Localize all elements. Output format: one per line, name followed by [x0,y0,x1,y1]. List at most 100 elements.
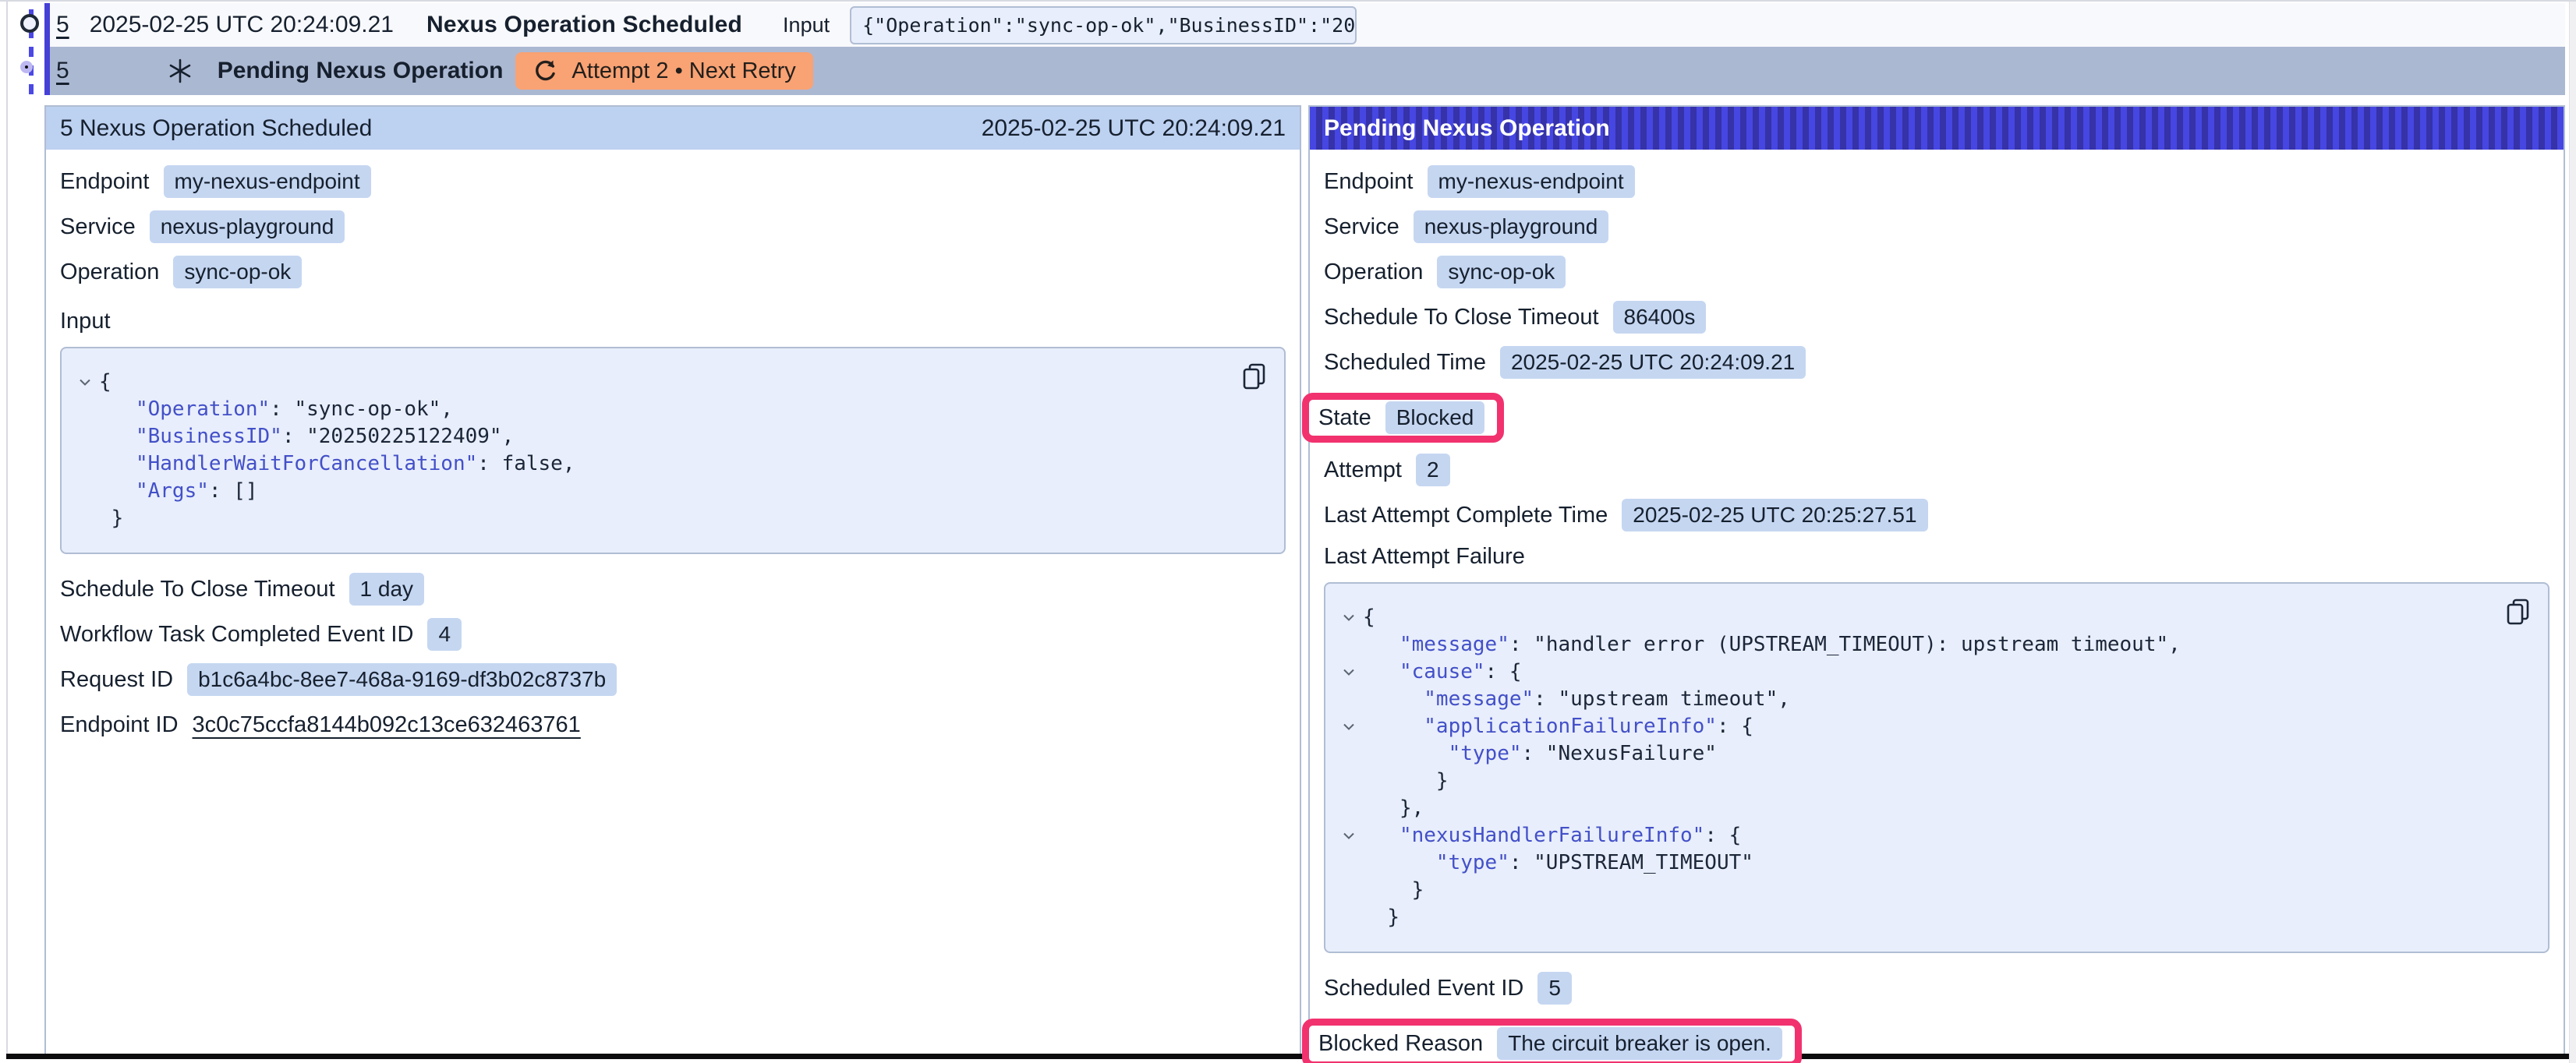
input-preview-chip[interactable]: {"Operation":"sync-op-ok","BusinessID":"… [850,6,1357,44]
failure-section-label: Last Attempt Failure [1324,544,2549,570]
json-key: "cause" [1399,659,1485,686]
field-value-pill: my-nexus-endpoint [164,165,371,198]
field-value-pill: 1 day [349,573,425,606]
code-line: "message": "upstream timeout", [1335,686,2531,713]
event-dot-filled-icon[interactable] [20,61,33,73]
field-value-pill: sync-op-ok [173,256,302,288]
copy-button[interactable] [2506,598,2531,628]
json-value: }, [1399,795,1424,822]
field-value-pill: 4 [427,618,462,651]
json-value: : "20250225122409", [282,423,514,450]
field-row: Schedule To Close Timeout1 day [60,573,1286,606]
code-line: "applicationFailureInfo": { [1335,713,2531,740]
field-value-pill: nexus-playground [150,210,345,243]
card-header-striped: Pending Nexus Operation [1310,107,2564,150]
field-label: Operation [60,260,159,285]
json-value: : "upstream timeout", [1534,686,1790,713]
json-key: "Args" [136,478,209,505]
card-header-title: 5 Nexus Operation Scheduled [60,115,372,142]
field-row: Schedule To Close Timeout86400s [1324,301,2549,334]
event-dot-open-icon[interactable] [20,14,39,33]
json-value: } [111,505,124,532]
chevron-spacer [1335,795,1363,822]
json-key: "HandlerWaitForCancellation" [136,450,477,478]
json-value: : "UPSTREAM_TIMEOUT" [1509,849,1753,877]
json-key: "message" [1399,631,1509,659]
chevron-spacer [1335,686,1363,713]
json-key: "type" [1436,849,1509,877]
retry-status-badge: Attempt 2 • Next Retry [515,52,812,90]
field-row: Servicenexus-playground [60,210,1286,243]
field-row: Scheduled Event ID 5 [1324,972,2549,1005]
field-label: Request ID [60,667,173,693]
code-line: } [1335,904,2531,931]
field-row: Attempt2 [1324,454,2549,486]
event-timestamp: 2025-02-25 UTC 20:24:09.21 [90,12,394,38]
chevron-spacer [1335,904,1363,931]
code-line: "message": "handler error (UPSTREAM_TIME… [1335,631,2531,659]
field-value-pill: 5 [1537,972,1572,1005]
field-value-pill: 2025-02-25 UTC 20:24:09.21 [1500,346,1806,379]
json-value: : { [1717,713,1753,740]
card-header-title: Pending Nexus Operation [1324,115,1610,142]
json-value: { [1363,604,1375,631]
field-group-bottom: Schedule To Close Timeout1 day Workflow T… [60,573,1286,741]
event-type-title: Nexus Operation Scheduled [426,12,742,38]
field-row: Service nexus-playground [1324,210,2549,243]
field-row: Request ID b1c6a4bc-8ee7-468a-9169-df3b02… [60,663,1286,696]
card-body: Endpointmy-nexus-endpointServicenexus-pl… [1310,150,2564,1063]
collapse-chevron-icon[interactable] [1335,604,1363,631]
field-value-pill: nexus-playground [1414,210,1609,243]
collapse-chevron-icon[interactable] [1335,822,1363,849]
code-line: } [71,505,1267,532]
code-line: "type": "NexusFailure" [1335,740,2531,768]
json-key: "Operation" [136,396,270,423]
event-history-view: 5 2025-02-25 UTC 20:24:09.21 Nexus Opera… [0,0,2576,1063]
chevron-spacer [71,450,99,478]
field-label: Last Attempt Complete Time [1324,503,1608,528]
event-rows: 5 2025-02-25 UTC 20:24:09.21 Nexus Opera… [50,3,2565,95]
event-id-link[interactable]: 5 [56,12,69,38]
retry-icon [533,58,559,84]
json-value: } [1387,904,1399,931]
code-line: "HandlerWaitForCancellation": false, [71,450,1267,478]
field-label: Scheduled Event ID [1324,976,1523,1001]
collapse-chevron-icon[interactable] [1335,659,1363,686]
code-line: "type": "UPSTREAM_TIMEOUT" [1335,849,2531,877]
chevron-spacer [1335,740,1363,768]
code-line: } [1335,877,2531,904]
field-label: Service [1324,214,1399,240]
input-section-label: Input [60,309,1286,334]
json-value: : "handler error (UPSTREAM_TIMEOUT): ups… [1509,631,2181,659]
field-row: StateBlocked [1318,401,1484,434]
field-label: Endpoint ID [60,712,179,738]
code-line: "nexusHandlerFailureInfo": { [1335,822,2531,849]
code-line: "Args": [] [71,478,1267,505]
asterisk-icon [166,57,194,85]
json-key: "applicationFailureInfo" [1424,713,1717,740]
chevron-spacer [71,478,99,505]
event-row-nexus-operation-scheduled[interactable]: 5 2025-02-25 UTC 20:24:09.21 Nexus Opera… [50,3,2565,47]
copy-button[interactable] [1242,362,1267,393]
collapse-chevron-icon[interactable] [1335,713,1363,740]
chevron-spacer [1335,849,1363,877]
field-row: Endpointmy-nexus-endpoint [60,165,1286,198]
field-label: Workflow Task Completed Event ID [60,622,413,648]
chevron-spacer [1335,877,1363,904]
json-key: "message" [1424,686,1534,713]
json-value: } [1412,877,1424,904]
json-key: "nexusHandlerFailureInfo" [1399,822,1704,849]
annotation-highlight-box: Blocked ReasonThe circuit breaker is ope… [1302,1019,1802,1063]
field-row: Operation sync-op-ok [60,256,1286,288]
field-value-pill: b1c6a4bc-8ee7-468a-9169-df3b02c8737b [187,663,617,696]
field-value-link[interactable]: 3c0c75ccfa8144b092c13ce632463761 [193,712,581,738]
input-json-viewer: { "Operation": "sync-op-ok", "BusinessID… [60,347,1286,554]
annotation-highlight-box: StateBlocked [1302,393,1504,443]
event-id-link[interactable]: 5 [56,58,69,84]
scrollbar-track[interactable] [2569,2,2576,1063]
event-row-pending-nexus-operation[interactable]: 5 Pending Nexus Operation Attempt 2 • Ne… [50,47,2565,95]
collapse-chevron-icon[interactable] [71,369,99,396]
field-row: Operationsync-op-ok [1324,256,2549,288]
field-group-bottom: Scheduled Event ID5Blocked ReasonThe cir… [1324,972,2549,1063]
field-row: Scheduled Time2025-02-25 UTC 20:24:09.21 [1324,346,2549,379]
